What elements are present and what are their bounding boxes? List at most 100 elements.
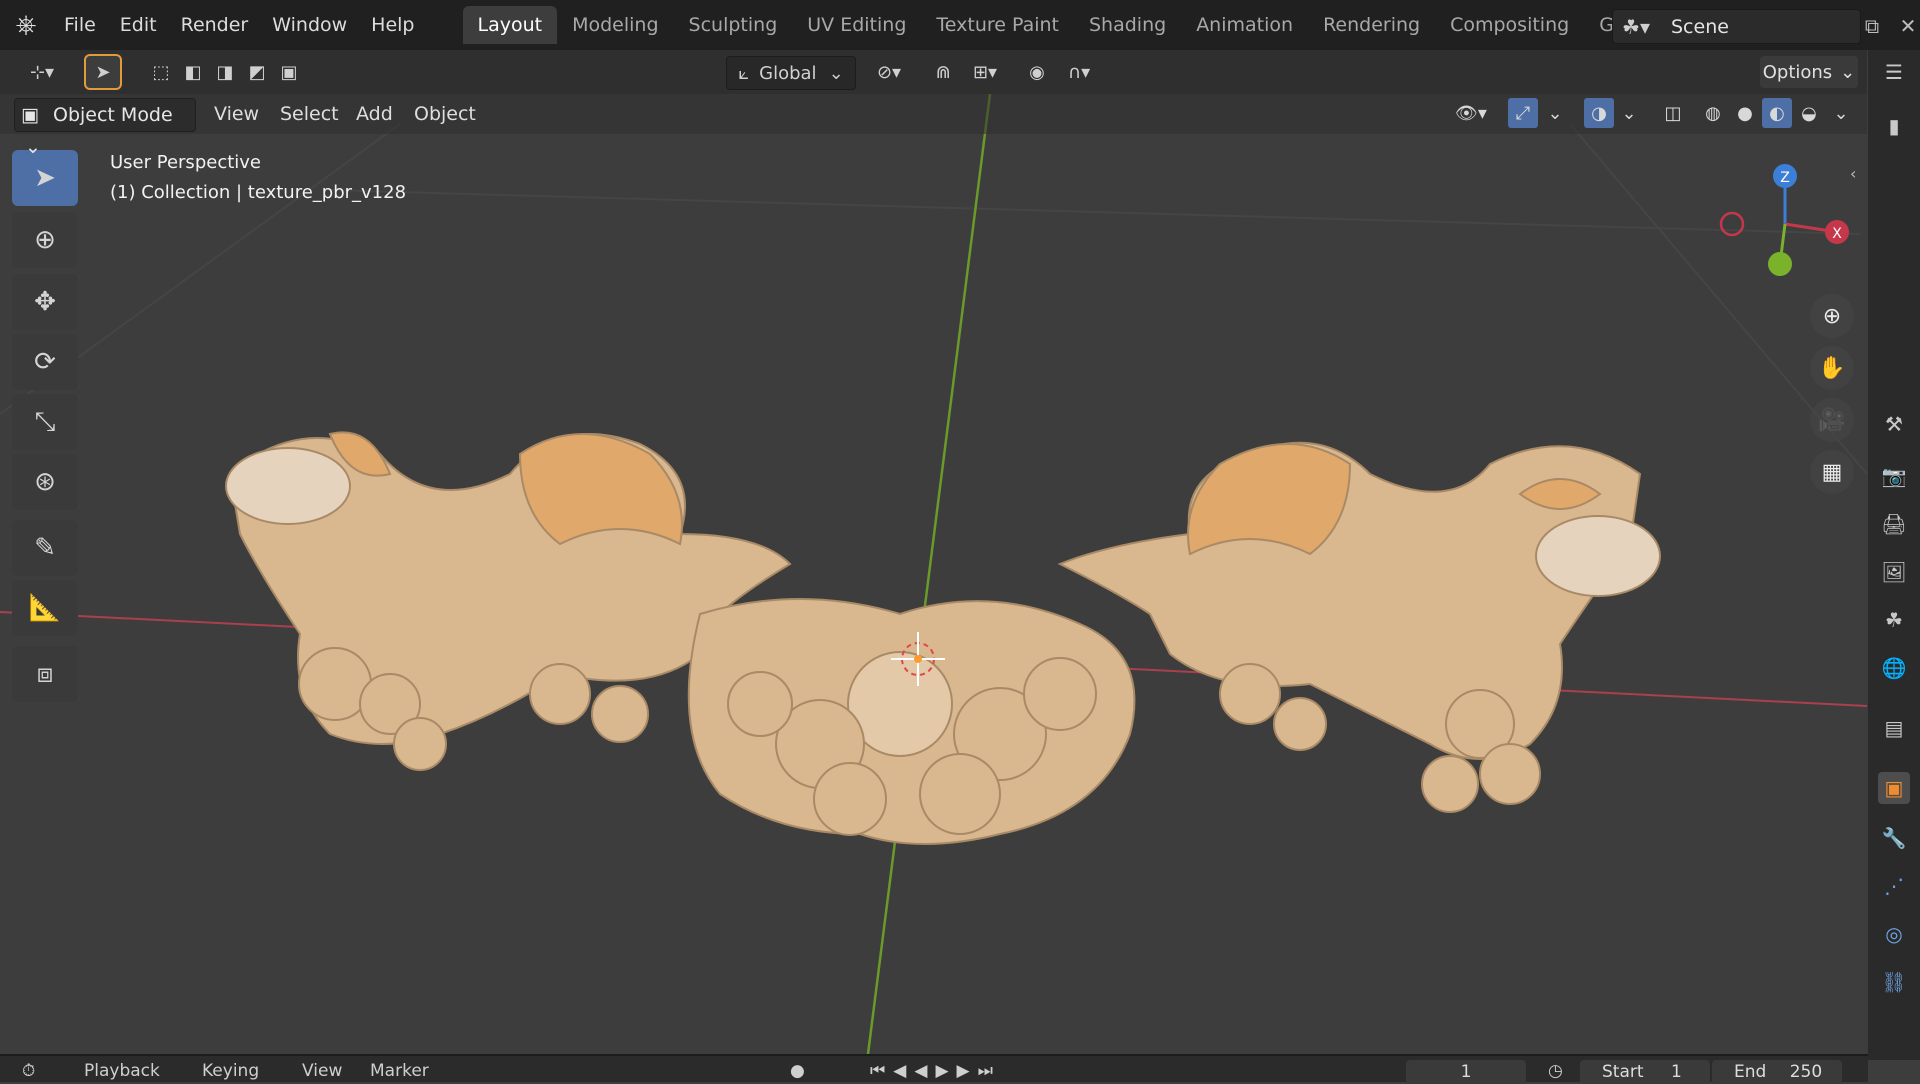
- outliner-icon[interactable]: ☰: [1878, 56, 1910, 88]
- modifier-properties-icon[interactable]: 🔧: [1878, 822, 1910, 854]
- menu-object[interactable]: Object: [406, 98, 484, 130]
- snap-icon[interactable]: ⋒: [928, 56, 958, 88]
- visibility-icon[interactable]: 👁▾: [1448, 98, 1494, 128]
- xray-toggle-icon[interactable]: ◫: [1658, 98, 1688, 128]
- select-subtract-icon[interactable]: ◨: [210, 56, 240, 88]
- ortho-grid-icon[interactable]: ▦: [1810, 450, 1854, 494]
- camera-view-icon[interactable]: 🎥: [1810, 398, 1854, 442]
- annotate-tool-icon[interactable]: ✎: [12, 520, 78, 576]
- rotate-tool-icon[interactable]: ⟳: [12, 334, 78, 390]
- menu-edit[interactable]: Edit: [108, 0, 169, 50]
- snap-target-icon[interactable]: ⊞▾: [960, 56, 1010, 88]
- new-scene-icon[interactable]: ⧉: [1855, 9, 1889, 42]
- menu-file[interactable]: File: [52, 0, 108, 50]
- 3d-viewport[interactable]: User Perspective (1) Collection | textur…: [0, 94, 1867, 1054]
- object-properties-icon[interactable]: ▣: [1878, 772, 1910, 804]
- select-difference-icon[interactable]: ◩: [242, 56, 272, 88]
- editor-type-icon[interactable]: ⊹▾: [18, 56, 66, 88]
- menu-keying[interactable]: Keying: [192, 1058, 269, 1082]
- options-dropdown[interactable]: Options ⌄: [1760, 56, 1858, 88]
- select-intersect-icon[interactable]: ▣: [274, 56, 304, 88]
- current-frame-value: 1: [1460, 1062, 1472, 1082]
- chevron-down-icon: ⌄: [25, 136, 41, 158]
- material-shading-icon[interactable]: ◐: [1762, 98, 1792, 128]
- scale-tool-icon[interactable]: ⤡: [12, 394, 78, 450]
- scene-properties-icon[interactable]: ☘: [1878, 604, 1910, 636]
- particle-properties-icon[interactable]: ⋰: [1878, 870, 1910, 902]
- navigation-gizmo[interactable]: Z X: [1710, 154, 1850, 284]
- start-value: 1: [1670, 1062, 1682, 1082]
- wireframe-shading-icon[interactable]: ◍: [1698, 98, 1728, 128]
- menu-help[interactable]: Help: [359, 0, 426, 50]
- chevron-down-icon: ⌄: [1840, 61, 1856, 83]
- pan-hand-icon[interactable]: ✋: [1810, 346, 1854, 390]
- falloff-icon[interactable]: ∩▾: [1056, 56, 1102, 88]
- start-frame-field[interactable]: Start 1: [1580, 1060, 1710, 1084]
- pivot-point-icon[interactable]: ⊘▾: [866, 56, 912, 88]
- sidebar-toggle-icon[interactable]: ‹: [1850, 164, 1856, 183]
- model-ornament: [225, 431, 1661, 845]
- select-tool-icon[interactable]: ➤: [84, 54, 122, 90]
- render-properties-icon[interactable]: 📷: [1878, 460, 1910, 492]
- outliner-item-icon[interactable]: ▮: [1878, 110, 1910, 142]
- current-frame-field[interactable]: 1: [1406, 1060, 1526, 1084]
- object-mode-icon: ▣: [21, 104, 39, 126]
- timeline-editor-icon[interactable]: ⏱: [12, 1058, 45, 1082]
- zoom-icon[interactable]: ⊕: [1810, 294, 1854, 338]
- tab-uv-editing[interactable]: UV Editing: [792, 6, 921, 44]
- auto-keying-icon[interactable]: ●: [780, 1058, 815, 1082]
- gizmo-toggle-icon[interactable]: ⤢: [1508, 98, 1538, 128]
- end-label: End: [1734, 1062, 1767, 1082]
- view-layer-icon[interactable]: 🖼: [1878, 556, 1910, 588]
- rendered-shading-icon[interactable]: ◒: [1794, 98, 1824, 128]
- chevron-down-icon[interactable]: ⌄: [1826, 98, 1856, 128]
- solid-shading-icon[interactable]: ●: [1730, 98, 1760, 128]
- delete-scene-icon[interactable]: ✕: [1891, 9, 1920, 42]
- add-cube-tool-icon[interactable]: ⧈: [12, 646, 78, 702]
- select-new-icon[interactable]: ⬚: [146, 56, 176, 88]
- blender-logo-icon[interactable]: ⎈: [0, 0, 52, 50]
- menu-view[interactable]: View: [206, 98, 267, 130]
- proportional-edit-icon[interactable]: ◉: [1022, 56, 1052, 88]
- chevron-down-icon[interactable]: ⌄: [1614, 98, 1644, 128]
- move-tool-icon[interactable]: ✥: [12, 274, 78, 330]
- menu-marker[interactable]: Marker: [360, 1058, 439, 1082]
- playback-controls-icon[interactable]: ⏮◀◀▶▶⏭: [860, 1058, 1011, 1082]
- world-properties-icon[interactable]: 🌐: [1878, 652, 1910, 684]
- object-mode-dropdown[interactable]: ▣ Object Mode ⌄: [14, 98, 196, 158]
- select-extend-icon[interactable]: ◧: [178, 56, 208, 88]
- tab-animation[interactable]: Animation: [1181, 6, 1308, 44]
- tab-texture-paint[interactable]: Texture Paint: [921, 6, 1074, 44]
- measure-tool-icon[interactable]: 📐: [12, 580, 78, 636]
- workspace-tabs: Layout Modeling Sculpting UV Editing Tex…: [462, 0, 1753, 50]
- start-label: Start: [1602, 1062, 1644, 1082]
- menu-add[interactable]: Add: [348, 98, 401, 130]
- constraint-properties-icon[interactable]: ⛓: [1878, 966, 1910, 998]
- physics-properties-icon[interactable]: ◎: [1878, 918, 1910, 950]
- end-frame-field[interactable]: End 250: [1712, 1060, 1842, 1084]
- collection-properties-icon[interactable]: ▤: [1878, 712, 1910, 744]
- clock-icon: ◷: [1548, 1061, 1563, 1081]
- orientation-label: Global: [759, 62, 817, 84]
- tab-layout[interactable]: Layout: [462, 6, 558, 44]
- timeline-header: ⏱ Playback Keying View Marker ● ⏮◀◀▶▶⏭ 1…: [0, 1054, 1868, 1084]
- menu-render[interactable]: Render: [169, 0, 261, 50]
- output-properties-icon[interactable]: 🖨: [1878, 508, 1910, 540]
- tab-compositing[interactable]: Compositing: [1435, 6, 1584, 44]
- menu-playback[interactable]: Playback: [74, 1058, 170, 1082]
- properties-tab-strip: ☰ ▮ ⚒ 📷 🖨 🖼 ☘ 🌐 ▤ ▣ 🔧 ⋰ ◎ ⛓: [1868, 50, 1920, 1060]
- overlays-toggle-icon[interactable]: ◑: [1584, 98, 1614, 128]
- tab-modeling[interactable]: Modeling: [557, 6, 673, 44]
- tool-properties-icon[interactable]: ⚒: [1878, 408, 1910, 440]
- cursor-tool-icon[interactable]: ⊕: [12, 212, 78, 268]
- transform-orientation-dropdown[interactable]: ⟀ Global ⌄: [726, 56, 856, 90]
- menu-select[interactable]: Select: [272, 98, 347, 130]
- tab-rendering[interactable]: Rendering: [1308, 6, 1435, 44]
- tab-shading[interactable]: Shading: [1074, 6, 1181, 44]
- scene-browse-icon[interactable]: ☘▾: [1612, 9, 1660, 44]
- chevron-down-icon[interactable]: ⌄: [1540, 98, 1570, 128]
- tab-sculpting[interactable]: Sculpting: [674, 6, 793, 44]
- menu-window[interactable]: Window: [260, 0, 359, 50]
- transform-tool-icon[interactable]: ⊛: [12, 454, 78, 510]
- menu-timeline-view[interactable]: View: [292, 1058, 352, 1082]
